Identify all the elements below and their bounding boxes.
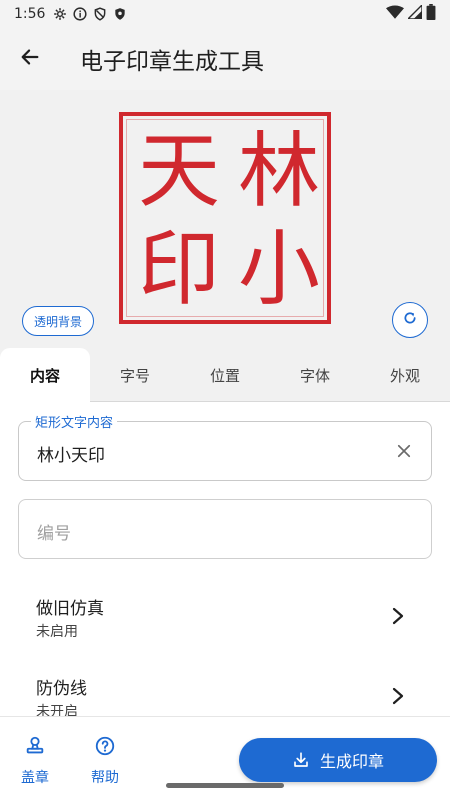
tab-content[interactable]: 内容 [0,348,90,402]
tab-font[interactable]: 字体 [270,348,360,402]
tab-bar: 内容 字号 位置 字体 外观 [0,348,450,402]
generate-seal-label: 生成印章 [319,752,384,771]
aging-effect-title: 做旧仿真 [36,599,104,619]
seal-text-field[interactable]: 矩形文字内容 林小天印 [18,412,432,481]
aging-effect-status: 未启用 [36,624,78,640]
nav-help-label: 帮助 [91,770,119,786]
battery-icon [426,4,436,24]
app-bar: 电子印章生成工具 [0,28,450,90]
seal-text-field-label: 矩形文字内容 [31,412,118,431]
seal-char: 印 [137,222,220,317]
tab-appearance[interactable]: 外观 [360,348,450,402]
serial-number-field[interactable]: 编号 [18,499,432,559]
shield-filled-icon [111,5,129,23]
clear-icon[interactable] [391,438,417,464]
stamp-icon [24,735,46,761]
generate-seal-button[interactable]: 生成印章 [239,738,437,782]
refresh-button[interactable] [392,302,428,338]
nav-stamp[interactable]: 盖章 [10,735,60,787]
seal-image: 天 林 印 小 [119,112,331,324]
aging-effect-row[interactable]: 做旧仿真 未启用 [0,582,450,654]
seal-char: 林 [237,124,320,219]
home-indicator [166,783,284,788]
transparent-background-chip[interactable]: 透明背景 [22,306,95,336]
back-button[interactable] [0,28,60,90]
refresh-icon [402,310,418,330]
tab-position[interactable]: 位置 [180,348,270,402]
wifi-icon [386,5,404,23]
status-time: 1:56 [14,6,46,22]
seal-preview: 天 林 印 小 透明背景 [0,90,450,348]
download-icon [292,751,310,769]
seal-text-value[interactable]: 林小天印 [37,441,105,466]
seal-char: 天 [137,124,220,219]
help-circle-icon [94,735,116,761]
page-title: 电子印章生成工具 [80,49,264,75]
serial-number-placeholder[interactable]: 编号 [37,519,71,544]
nav-stamp-label: 盖章 [21,770,49,786]
arrow-left-icon [19,46,41,72]
shield-icon [91,5,109,23]
info-icon [71,5,89,23]
nav-help[interactable]: 帮助 [80,735,130,787]
cell-signal-icon [406,3,423,23]
status-bar: 1:56 [0,0,450,28]
gear-icon [51,5,69,23]
tab-font-size[interactable]: 字号 [90,348,180,402]
anti-counterfeit-line-title: 防伪线 [36,679,87,699]
chevron-right-icon [388,604,408,628]
chevron-right-icon [388,684,408,708]
seal-char: 小 [237,222,320,317]
